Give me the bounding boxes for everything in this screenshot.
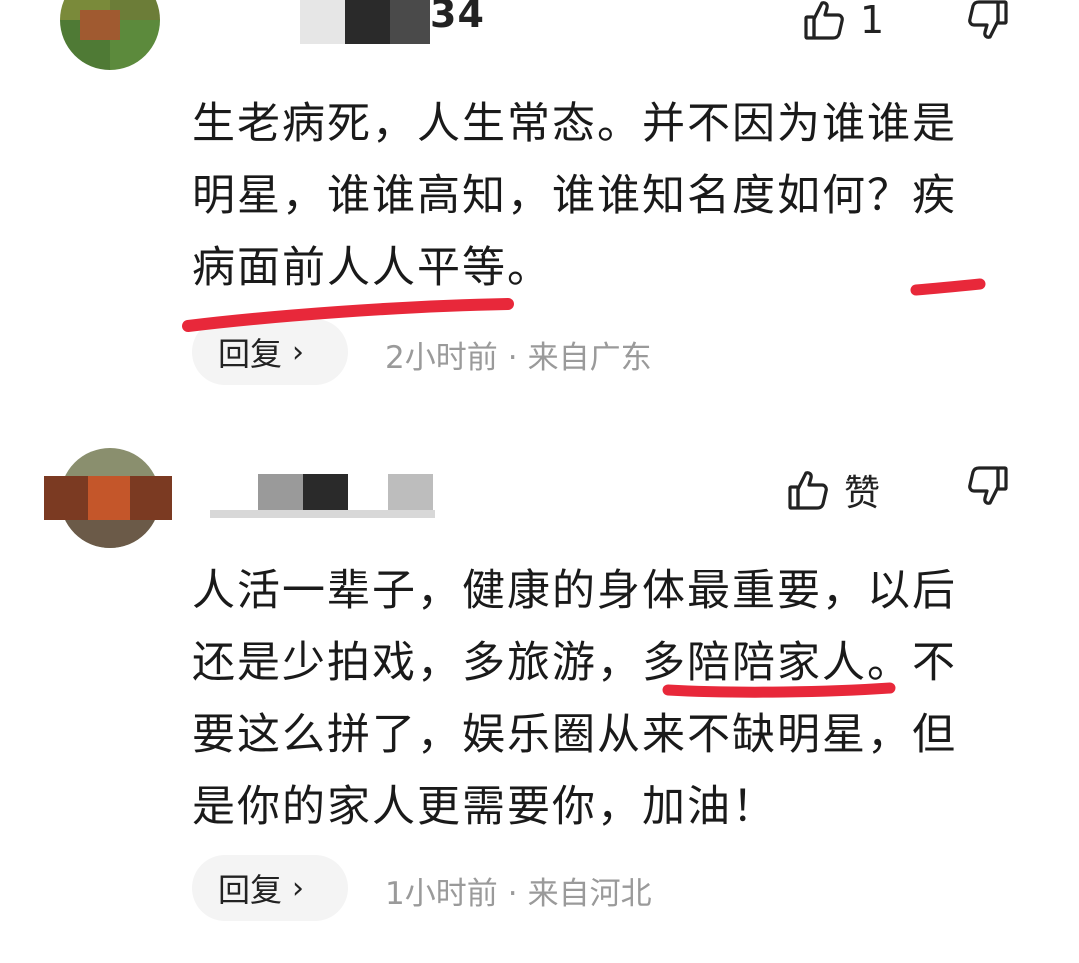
comment-meta: 2小时前 · 来自广东 <box>385 332 652 377</box>
avatar[interactable] <box>60 0 160 70</box>
comment-text: 生老病死，人生常态。并不因为谁谁是 明星，谁谁高知，谁谁知名度如何？疾 病面前人… <box>192 88 1022 304</box>
comment-line: 是你的家人更需要你，加油！ <box>192 782 777 832</box>
thumbs-up-icon <box>786 468 830 512</box>
thumbs-down-icon[interactable] <box>966 464 1010 508</box>
avatar-mosaic <box>44 476 80 520</box>
location: 来自河北 <box>527 876 652 912</box>
comment-line: 要这么拼了，娱乐圈从来不缺明星，但 <box>192 710 957 760</box>
comment-line: 生老病死，人生常态。并不因为谁谁是 <box>192 99 957 149</box>
reply-label: 回复 <box>218 335 283 373</box>
username[interactable] <box>210 474 435 518</box>
comment-text: 人活一辈子，健康的身体最重要，以后 还是少拍戏，多旅游，多陪陪家人。不 要这么拼… <box>192 555 1022 843</box>
like-button[interactable]: 赞 <box>786 464 880 516</box>
comment-item: 34 1 生老病死，人生常态。并不因为谁谁是 明星，谁谁高知，谁谁知名度如何？疾… <box>0 0 1079 420</box>
like-button[interactable]: 1 <box>802 0 884 42</box>
thumbs-down-icon[interactable] <box>966 0 1010 42</box>
like-count: 1 <box>860 0 885 42</box>
comment-line: 病面前人人平等。 <box>192 243 552 293</box>
comment-line: 人活一辈子，健康的身体最重要，以后 <box>192 566 957 616</box>
timestamp: 2小时前 <box>385 340 498 376</box>
username[interactable]: 34 <box>300 0 484 44</box>
username-tail: 34 <box>430 0 485 36</box>
comment-line: 还是少拍戏，多旅游，多陪陪家人。不 <box>192 638 957 688</box>
comment-meta: 1小时前 · 来自河北 <box>385 868 652 913</box>
reply-button[interactable]: 回复 › <box>192 855 348 921</box>
like-label: 赞 <box>844 473 881 514</box>
reply-button[interactable]: 回复 › <box>192 319 348 385</box>
chevron-right-icon: › <box>292 334 305 370</box>
comment-item: 赞 人活一辈子，健康的身体最重要，以后 还是少拍戏，多旅游，多陪陪家人。不 要这… <box>0 430 1079 963</box>
meta-separator: · <box>507 340 518 376</box>
thumbs-up-icon <box>802 0 846 42</box>
location: 来自广东 <box>527 340 652 376</box>
avatar-mosaic <box>130 476 172 520</box>
comment-line: 明星，谁谁高知，谁谁知名度如何？疾 <box>192 171 957 221</box>
meta-separator: · <box>507 876 518 912</box>
reply-label: 回复 <box>218 871 283 909</box>
chevron-right-icon: › <box>292 870 305 906</box>
timestamp: 1小时前 <box>385 876 498 912</box>
